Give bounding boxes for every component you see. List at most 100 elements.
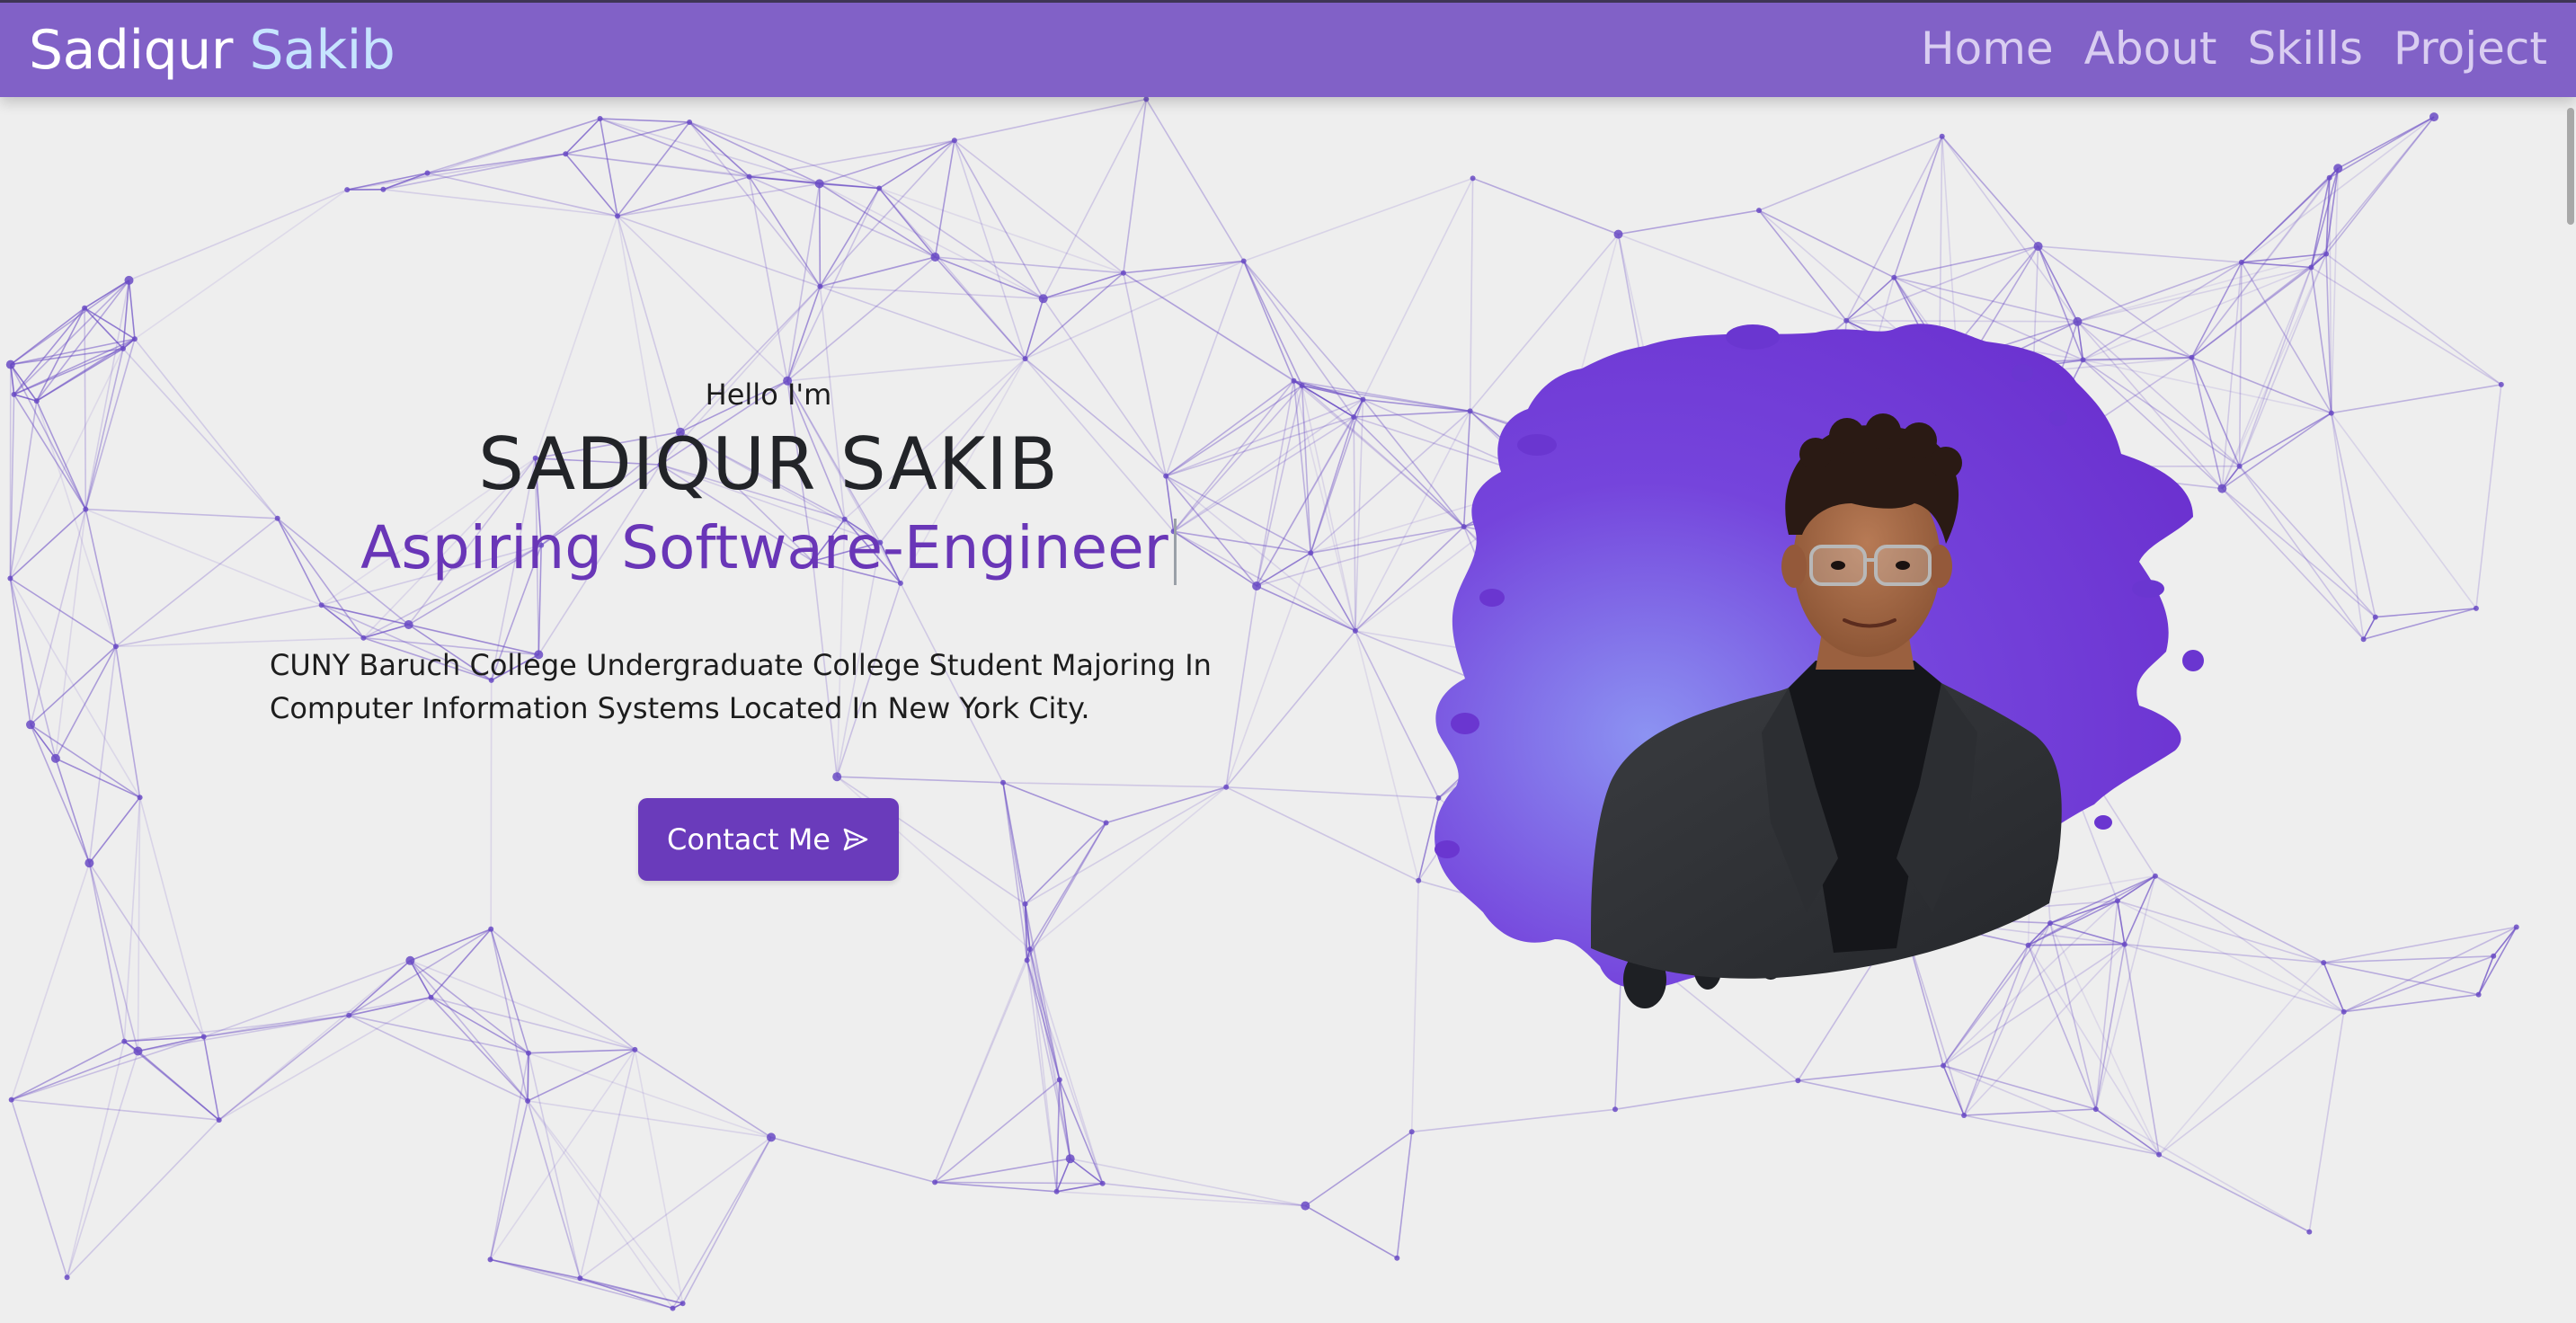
- network-node: [2033, 242, 2043, 251]
- network-link: [1056, 1182, 1103, 1193]
- network-link: [600, 118, 690, 123]
- network-link: [138, 796, 205, 1037]
- network-link: [617, 182, 820, 218]
- network-node: [2360, 636, 2367, 643]
- network-node: [137, 795, 143, 801]
- network-node: [7, 575, 13, 582]
- network-node: [1143, 96, 1150, 102]
- network-node: [1223, 784, 1230, 790]
- network-link: [688, 121, 822, 288]
- network-link: [1055, 1158, 1071, 1193]
- network-link: [688, 121, 821, 185]
- contact-me-button[interactable]: Contact Me: [638, 798, 899, 881]
- network-link: [84, 280, 130, 510]
- network-link: [430, 997, 529, 1102]
- network-link: [1102, 1182, 1306, 1207]
- network-link: [1304, 1131, 1413, 1207]
- network-link: [1353, 416, 1356, 631]
- network-link: [11, 1035, 204, 1101]
- network-node: [680, 1301, 686, 1307]
- network-node: [2326, 174, 2332, 181]
- brand-logo[interactable]: Sadiqur Sakib: [29, 19, 395, 82]
- network-link: [410, 928, 492, 962]
- network-link: [1145, 98, 1245, 262]
- network-link: [2343, 926, 2518, 1013]
- network-node: [670, 1305, 676, 1311]
- network-node: [50, 753, 60, 763]
- network-node: [2092, 1106, 2099, 1113]
- network-node: [526, 1050, 531, 1056]
- hero-role-line: Aspiring Software-Engineer: [225, 513, 1312, 585]
- network-link: [1002, 782, 1227, 788]
- network-link: [580, 1277, 673, 1310]
- network-node: [344, 187, 351, 193]
- network-link: [935, 256, 1124, 274]
- network-node: [83, 506, 89, 512]
- network-link: [1106, 786, 1227, 824]
- network-node: [131, 336, 138, 342]
- network-node: [133, 1046, 143, 1056]
- network-link: [935, 256, 1044, 300]
- nav-link-project[interactable]: Project: [2394, 22, 2547, 75]
- network-link: [2095, 1108, 2310, 1233]
- network-link: [527, 1049, 635, 1102]
- network-node: [2156, 1151, 2163, 1158]
- network-link: [600, 118, 820, 185]
- network-link: [1355, 630, 1419, 881]
- network-link: [688, 121, 751, 178]
- network-link: [1024, 903, 1061, 1080]
- network-link: [1411, 1108, 1616, 1133]
- network-node: [1961, 1113, 1968, 1118]
- network-node: [405, 955, 415, 965]
- network-link: [617, 175, 750, 218]
- network-link: [2241, 116, 2435, 263]
- nav-link-about[interactable]: About: [2084, 22, 2217, 75]
- network-node: [121, 1038, 128, 1044]
- top-navbar: Sadiqur Sakib Home About Skills Project: [0, 0, 2576, 97]
- network-node: [1103, 820, 1109, 826]
- network-link: [688, 121, 880, 190]
- typing-caret: [1173, 518, 1177, 585]
- network-link: [818, 183, 822, 287]
- network-node: [1939, 133, 1945, 139]
- network-link: [1758, 209, 1895, 279]
- network-link: [489, 1052, 529, 1260]
- network-link: [1123, 260, 1244, 274]
- network-link: [528, 1049, 635, 1054]
- scrollbar-thumb[interactable]: [2567, 108, 2574, 225]
- network-node: [1065, 1154, 1075, 1164]
- network-node: [1470, 175, 1476, 182]
- network-link: [1026, 960, 1061, 1080]
- network-link: [88, 862, 139, 1052]
- network-node: [1038, 294, 1048, 304]
- network-node: [2491, 953, 2497, 959]
- network-link: [634, 1049, 772, 1139]
- network-link: [1304, 1204, 1398, 1259]
- nav-link-home[interactable]: Home: [1921, 22, 2054, 75]
- network-link: [1225, 786, 1419, 882]
- network-link: [203, 960, 411, 1038]
- network-link: [934, 960, 1028, 1183]
- network-link: [1042, 99, 1148, 299]
- network-link: [490, 1258, 673, 1310]
- network-node: [428, 994, 434, 1000]
- network-node: [26, 720, 35, 730]
- network-node: [525, 1097, 531, 1104]
- network-link: [2239, 466, 2376, 618]
- network-link: [427, 172, 618, 218]
- network-node: [1891, 274, 1897, 280]
- network-link: [681, 1137, 772, 1304]
- network-link: [528, 1052, 772, 1139]
- network-node: [2306, 1229, 2313, 1235]
- hero-greeting: Hello I'm: [705, 377, 832, 412]
- network-link: [819, 182, 936, 258]
- network-link: [2158, 1153, 2310, 1233]
- network-link: [9, 578, 31, 725]
- network-link: [10, 862, 91, 1100]
- network-link: [1025, 272, 1124, 360]
- network-link: [489, 1100, 529, 1260]
- network-link: [1226, 786, 1439, 799]
- nav-link-skills[interactable]: Skills: [2248, 22, 2363, 75]
- network-link: [66, 1051, 139, 1278]
- network-node: [2321, 960, 2327, 966]
